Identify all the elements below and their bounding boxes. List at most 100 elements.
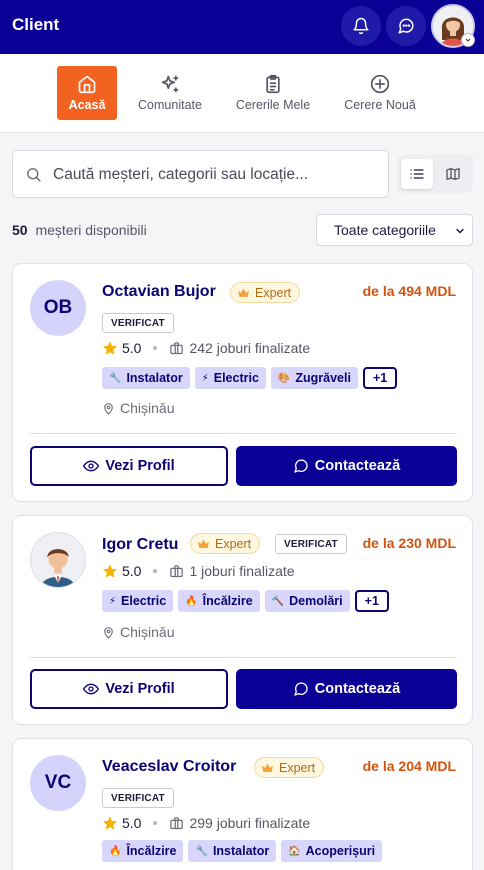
jobs-count: 299 joburi finalizate [189,815,311,831]
jobs-count: 1 joburi finalizate [189,563,295,579]
rating-row: 5.0 299 joburi finalizate [102,815,310,831]
search-icon [27,168,41,182]
chat-icon [398,18,414,34]
plus-circle-icon [370,74,390,94]
avatar: OB [30,280,86,336]
tag: 🔨 Demolări [264,590,350,612]
category-select[interactable]: Toate categoriile [316,214,473,246]
map-view-button[interactable] [437,159,469,189]
more-tags-button[interactable]: +1 [354,590,389,612]
contact-button[interactable]: Contactează [236,669,457,709]
more-tags-button[interactable]: +1 [362,367,398,389]
expert-badge: Expert [254,757,325,778]
search-input[interactable]: Caută meșteri, categorii sau locație... [12,150,389,198]
crown-icon [238,288,249,297]
tag: 🔧 Instalator [102,367,190,389]
tag: 🎨 Zugrăveli [270,367,358,389]
rating-value: 5.0 [122,340,142,356]
verified-badge: VERIFICAT [102,313,174,333]
briefcase-icon [170,341,184,354]
results-count: 50 meșteri disponibili [12,222,147,238]
craftsman-name[interactable]: Igor Cretu [102,536,178,554]
nav-label: Acasă [68,98,106,112]
craftsman-name[interactable]: Veaceslav Croitor [102,758,236,776]
tag-list: 🔧 Instalator ⚡ Electric 🎨 Zugrăveli +1 [102,367,398,389]
nav-item-community[interactable]: Comunitate [130,66,210,120]
divider [30,657,457,658]
hammer-icon: 🔨 [271,595,285,607]
expert-label: Expert [255,285,292,300]
results-number: 50 [12,222,28,238]
profile-photo [31,533,85,587]
chat-icon [294,459,308,473]
view-profile-button[interactable]: Vezi Profil [30,446,228,486]
tag-list: 🔥 Încălzire 🔧 Instalator 🏠 Acoperișuri [102,840,383,862]
tag: 🔥 Încălzire [178,590,260,612]
rating-row: 5.0 1 joburi finalizate [102,563,295,579]
sparkles-icon [161,75,179,93]
view-toggle [397,155,473,193]
nav-item-new-request[interactable]: Cerere Nouă [336,66,424,120]
eye-icon [83,683,100,695]
location-text: Chișinău [120,624,175,640]
notifications-button[interactable] [341,6,381,46]
contact-button[interactable]: Contactează [236,446,457,486]
location-text: Chișinău [120,400,175,416]
fire-icon: 🔥 [185,595,198,607]
nav-label: Cererile Mele [235,98,311,112]
tag: 🏠 Acoperișuri [281,840,383,862]
list-view-button[interactable] [401,159,433,189]
view-profile-button[interactable]: Vezi Profil [30,669,228,709]
expert-badge: Expert [190,533,261,554]
lightning-icon: ⚡ [201,372,209,384]
top-bar: Client [0,0,484,54]
eye-icon [83,460,100,472]
nav-label: Comunitate [138,98,202,112]
star-icon [103,341,117,355]
lightning-icon: ⚡ [109,595,117,607]
craftsman-card: VC Veaceslav Croitor Expert de la 204 MD… [12,738,473,870]
expert-label: Expert [215,536,252,551]
chevron-down-icon[interactable] [461,33,475,47]
tag: 🔧 Instalator [188,840,277,862]
verified-badge: VERIFICAT [102,788,174,808]
location-pin-icon [104,626,113,639]
map-icon [446,168,460,180]
main-nav: Acasă Comunitate Cererile Mele Cerere No… [0,54,484,133]
nav-item-home[interactable]: Acasă [57,66,117,120]
avatar: VC [30,755,86,811]
tag: 🔥 Încălzire [102,840,184,862]
craftsman-card: OB Octavian Bujor Expert de la 494 MDL V… [12,263,473,502]
rating-value: 5.0 [122,815,142,831]
list-icon [410,169,424,179]
star-icon [103,816,117,830]
price: de la 204 MDL [362,758,456,774]
category-select-value: Toate categoriile [334,222,436,238]
star-icon [103,564,117,578]
results-label: meșteri disponibili [35,222,147,238]
expert-label: Expert [279,760,316,775]
avatar [30,532,86,588]
wrench-icon: 🔧 [109,372,122,384]
verified-badge: VERIFICAT [275,534,347,554]
messages-button[interactable] [386,6,426,46]
app-title: Client [12,15,60,34]
location: Chișinău [102,400,174,416]
briefcase-icon [170,816,184,829]
wrench-icon: 🔧 [195,845,208,857]
jobs-count: 242 joburi finalizate [189,340,311,356]
house-icon: 🏠 [288,845,301,857]
chevron-down-icon [456,228,464,234]
divider [30,433,457,434]
craftsman-name[interactable]: Octavian Bujor [102,283,216,301]
rating-row: 5.0 242 joburi finalizate [102,340,310,356]
home-icon [78,75,96,94]
chat-icon [294,682,308,696]
nav-item-my-requests[interactable]: Cererile Mele [229,66,317,120]
location-pin-icon [104,402,113,415]
craftsman-card: Igor Cretu Expert VERIFICAT de la 230 MD… [12,515,473,725]
search-placeholder: Caută meșteri, categorii sau locație... [53,166,309,183]
clipboard-icon [266,74,280,94]
expert-badge: Expert [230,282,301,303]
briefcase-icon [170,564,184,577]
